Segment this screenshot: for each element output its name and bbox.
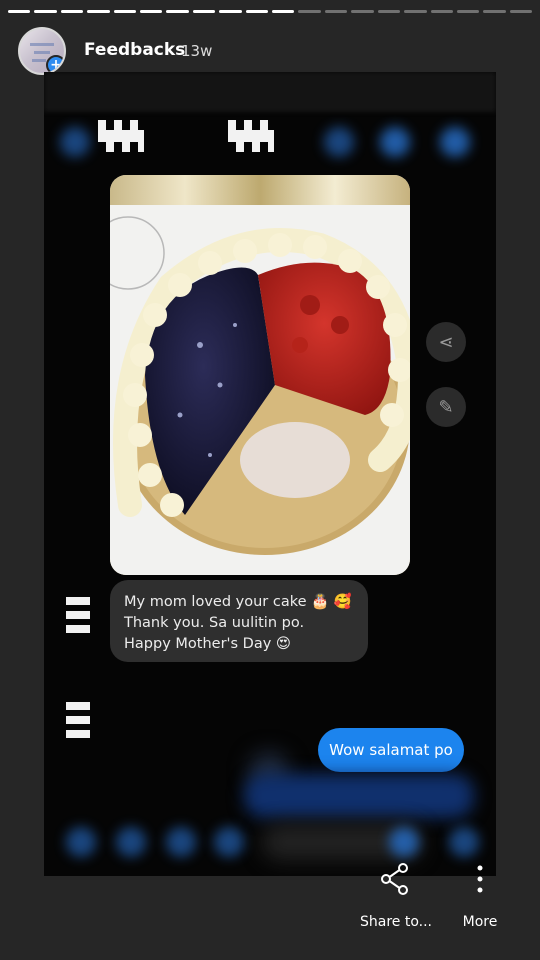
more-vertical-icon (477, 865, 483, 893)
story-progress-segment (60, 10, 84, 13)
incoming-message-line: Happy Mother's Day 😍 (124, 636, 292, 652)
outgoing-message-bubble: Wow salamat po (318, 728, 464, 772)
story-progress-segment (140, 10, 163, 13)
side-share-button[interactable]: ⋖ (426, 322, 466, 362)
story-progress-segment (245, 10, 269, 13)
pixelated-avatar-censor (66, 702, 90, 740)
story-time-ago: 13w (181, 42, 213, 60)
story-progress-segment (219, 10, 242, 13)
incoming-message-bubble: My mom loved your cake 🎂 🥰 Thank you. Sa… (110, 580, 368, 662)
pencil-icon: ✎ (438, 396, 454, 418)
share-to-label: Share to... (359, 914, 432, 930)
story-progress-segment (351, 10, 374, 13)
story-progress-segment (324, 10, 348, 13)
more-button[interactable]: More (456, 862, 504, 930)
profile-avatar[interactable]: + (18, 27, 66, 75)
outgoing-message-text: Wow salamat po (329, 741, 453, 759)
incoming-message-line: My mom loved your cake 🎂 🥰 (124, 594, 352, 610)
story-progress-segment (509, 10, 533, 13)
story-progress-segment (483, 10, 506, 13)
cake-photo[interactable] (110, 175, 410, 575)
story-progress-segment (272, 10, 295, 13)
story-progress-segment (430, 10, 453, 13)
more-label: More (462, 914, 498, 930)
chat-screenshot: ⋖ ✎ My mom loved your cake 🎂 🥰 Thank you… (44, 72, 496, 876)
story-progress-segment (166, 10, 189, 13)
story-progress-segment (298, 10, 321, 13)
share-to-button[interactable]: Share to... (358, 862, 434, 930)
story-progress-segment (192, 10, 216, 13)
pixelated-name-censor (228, 130, 274, 152)
blurred-chat-input-bar (44, 822, 496, 862)
share-icon: ⋖ (438, 331, 454, 353)
pixelated-name-censor (98, 130, 144, 152)
side-edit-button[interactable]: ✎ (426, 387, 466, 427)
story-progress-segment (87, 10, 110, 13)
story-progress-bar (8, 10, 533, 13)
incoming-message-line: Thank you. Sa uulitin po. (124, 615, 305, 631)
story-username[interactable]: Feedbacks (84, 40, 185, 60)
story-progress-segment (377, 10, 401, 13)
story-progress-segment (113, 10, 137, 13)
share-icon (381, 863, 408, 895)
story-progress-segment (34, 10, 57, 13)
story-progress-segment (404, 10, 427, 13)
story-progress-segment (8, 10, 31, 13)
blurred-message (244, 774, 474, 818)
story-progress-segment (456, 10, 480, 13)
blurred-header (44, 72, 496, 112)
pixelated-avatar-censor (66, 597, 90, 637)
